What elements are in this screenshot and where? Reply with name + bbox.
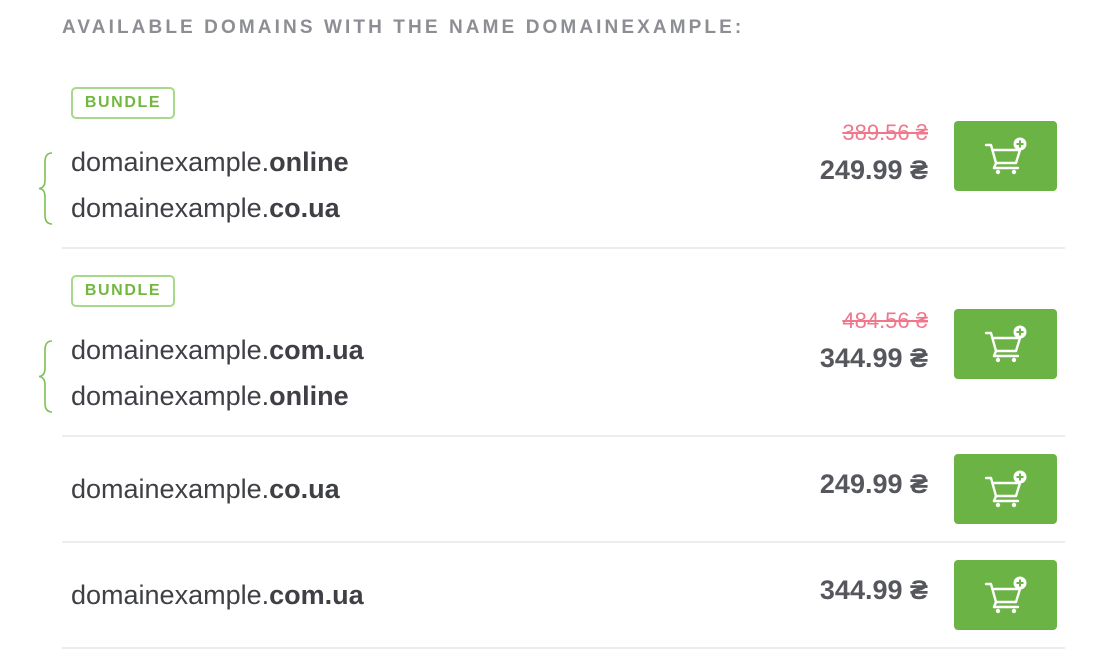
old-price: 484.56 ₴ (842, 308, 928, 333)
add-to-cart-button[interactable] (954, 454, 1057, 524)
domain-name: domainexample.co.ua (71, 193, 340, 223)
price: 344.99 ₴ (819, 343, 928, 373)
add-to-cart-button[interactable] (954, 560, 1057, 630)
bundle-brace-icon (38, 152, 53, 225)
price: 249.99 ₴ (819, 469, 928, 499)
price: 249.99 ₴ (819, 155, 928, 185)
bundle-row: BUNDLE domainexample.online domainexampl… (38, 80, 1065, 249)
domain-name: domainexample.online (71, 381, 349, 411)
add-to-cart-icon (984, 470, 1026, 508)
domain-name: domainexample.com.ua (71, 580, 364, 610)
bundle-brace-icon (38, 340, 53, 413)
bundle-badge: BUNDLE (71, 87, 175, 119)
add-to-cart-icon (984, 325, 1026, 363)
domain-name: domainexample.co.ua (71, 474, 340, 504)
domain-row: domainexample.com.ua 344.99 ₴ (62, 543, 1065, 649)
price: 344.99 ₴ (819, 575, 928, 605)
bundle-row: BUNDLE domainexample.com.ua domainexampl… (38, 268, 1065, 437)
domain-row: domainexample.co.ua 249.99 ₴ (62, 437, 1065, 543)
domain-name: domainexample.com.ua (71, 335, 364, 365)
add-to-cart-button[interactable] (954, 121, 1057, 191)
add-to-cart-icon (984, 576, 1026, 614)
add-to-cart-button[interactable] (954, 309, 1057, 379)
add-to-cart-icon (984, 137, 1026, 175)
results-heading: AVAILABLE DOMAINS WITH THE NAME DOMAINEX… (62, 17, 745, 38)
bundle-badge: BUNDLE (71, 275, 175, 307)
domain-name: domainexample.online (71, 147, 349, 177)
old-price: 389.56 ₴ (842, 120, 928, 145)
